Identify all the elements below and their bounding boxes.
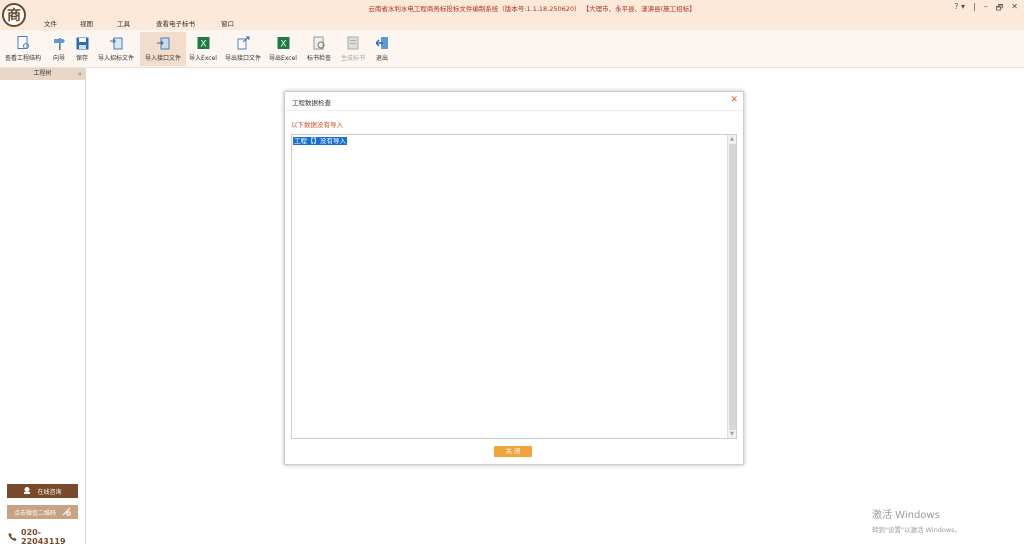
- svg-text:X: X: [280, 40, 286, 50]
- divider: [285, 110, 743, 111]
- menu-tools[interactable]: 工具: [117, 18, 156, 28]
- save-button[interactable]: 保存: [73, 32, 91, 66]
- scroll-thumb[interactable]: [729, 144, 736, 430]
- divider: |: [973, 2, 976, 11]
- restore-icon[interactable]: 🗗: [996, 2, 1004, 16]
- app-title: 云南省水利水电工程商务标投标文件编制系统（版本号:1.1.18.250620） …: [368, 5, 696, 13]
- scroll-down-icon[interactable]: ▼: [728, 430, 736, 438]
- data-check-dialog: 工程数据检查 ✕ 以下数据没有导入 工程【】没有导入 ▲ ▼ 关 闭: [284, 91, 744, 465]
- scroll-up-icon[interactable]: ▲: [728, 135, 736, 143]
- import-doc-icon: [109, 36, 123, 50]
- exit-icon: [375, 36, 389, 50]
- menu-window[interactable]: 窗口: [221, 18, 251, 28]
- scrollbar[interactable]: ▲ ▼: [727, 135, 736, 438]
- import-excel-button[interactable]: X 导入Excel: [188, 32, 218, 66]
- import-interface-button[interactable]: 导入接口文件: [140, 32, 186, 66]
- minimize-icon[interactable]: –: [984, 2, 988, 16]
- close-icon[interactable]: ✕: [730, 95, 738, 105]
- dialog-title: 工程数据检查: [292, 99, 331, 107]
- menu-view[interactable]: 视图: [80, 18, 117, 28]
- dialog-message: 以下数据没有导入: [291, 121, 343, 129]
- online-consult-button[interactable]: 在线咨询: [7, 484, 78, 498]
- excel-icon: X: [196, 36, 210, 50]
- menu-bar: 文件 视图 工具 查看电子标书 窗口: [44, 18, 251, 28]
- exit-button[interactable]: 退出: [372, 32, 392, 66]
- wizard-button[interactable]: 向导: [49, 32, 69, 66]
- help-icon[interactable]: ? ▾: [954, 2, 965, 16]
- close-icon[interactable]: ✕: [1011, 2, 1018, 16]
- view-structure-button[interactable]: 查看工程结构: [2, 32, 44, 66]
- generate-doc-icon: [346, 36, 360, 50]
- menu-file[interactable]: 文件: [44, 18, 80, 28]
- doc-search-icon: [16, 36, 30, 50]
- headset-icon: [23, 486, 31, 496]
- phone-icon: [8, 532, 17, 543]
- list-item[interactable]: 工程【】没有导入: [293, 137, 347, 145]
- excel-export-icon: X: [276, 36, 290, 50]
- missing-data-list[interactable]: 工程【】没有导入 ▲ ▼: [291, 134, 737, 439]
- qr-icon: [62, 507, 71, 518]
- wechat-qr-button[interactable]: 点击微信二维码: [7, 505, 78, 519]
- project-tree-panel: 工程树 » 在线咨询 点击微信二维码 020-22043119: [0, 68, 86, 546]
- export-interface-icon: [236, 36, 250, 50]
- collapse-icon[interactable]: »: [78, 68, 82, 80]
- title-bar: 商 云南省水利水电工程商务标投标文件编制系统（版本号:1.1.18.250620…: [0, 0, 1024, 30]
- export-excel-button[interactable]: X 导出Excel: [267, 32, 299, 66]
- signpost-icon: [52, 36, 66, 50]
- import-tender-button[interactable]: 导入招标文件: [96, 32, 136, 66]
- toolbar: 查看工程结构 向导 保存 导入招标文件 导入接口文件 X 导入Excel 导出接…: [0, 30, 1024, 68]
- import-interface-icon: [156, 36, 170, 50]
- project-tree-header: 工程树 »: [0, 68, 85, 80]
- check-bid-button[interactable]: 标书检查: [304, 32, 334, 66]
- export-interface-button[interactable]: 导出接口文件: [222, 32, 264, 66]
- svg-text:X: X: [200, 40, 206, 50]
- menu-view-ebid[interactable]: 查看电子标书: [156, 18, 221, 28]
- generate-bid-button[interactable]: 生成标书: [338, 32, 368, 66]
- close-button[interactable]: 关 闭: [494, 446, 532, 457]
- windows-activation-watermark: 激活 Windows 转到"设置"以激活 Windows。: [872, 510, 962, 534]
- check-doc-icon: [312, 36, 326, 50]
- window-controls: ? ▾ | – 🗗 ✕: [954, 2, 1018, 16]
- save-icon: [75, 36, 89, 50]
- support-phone: 020-22043119: [8, 528, 85, 546]
